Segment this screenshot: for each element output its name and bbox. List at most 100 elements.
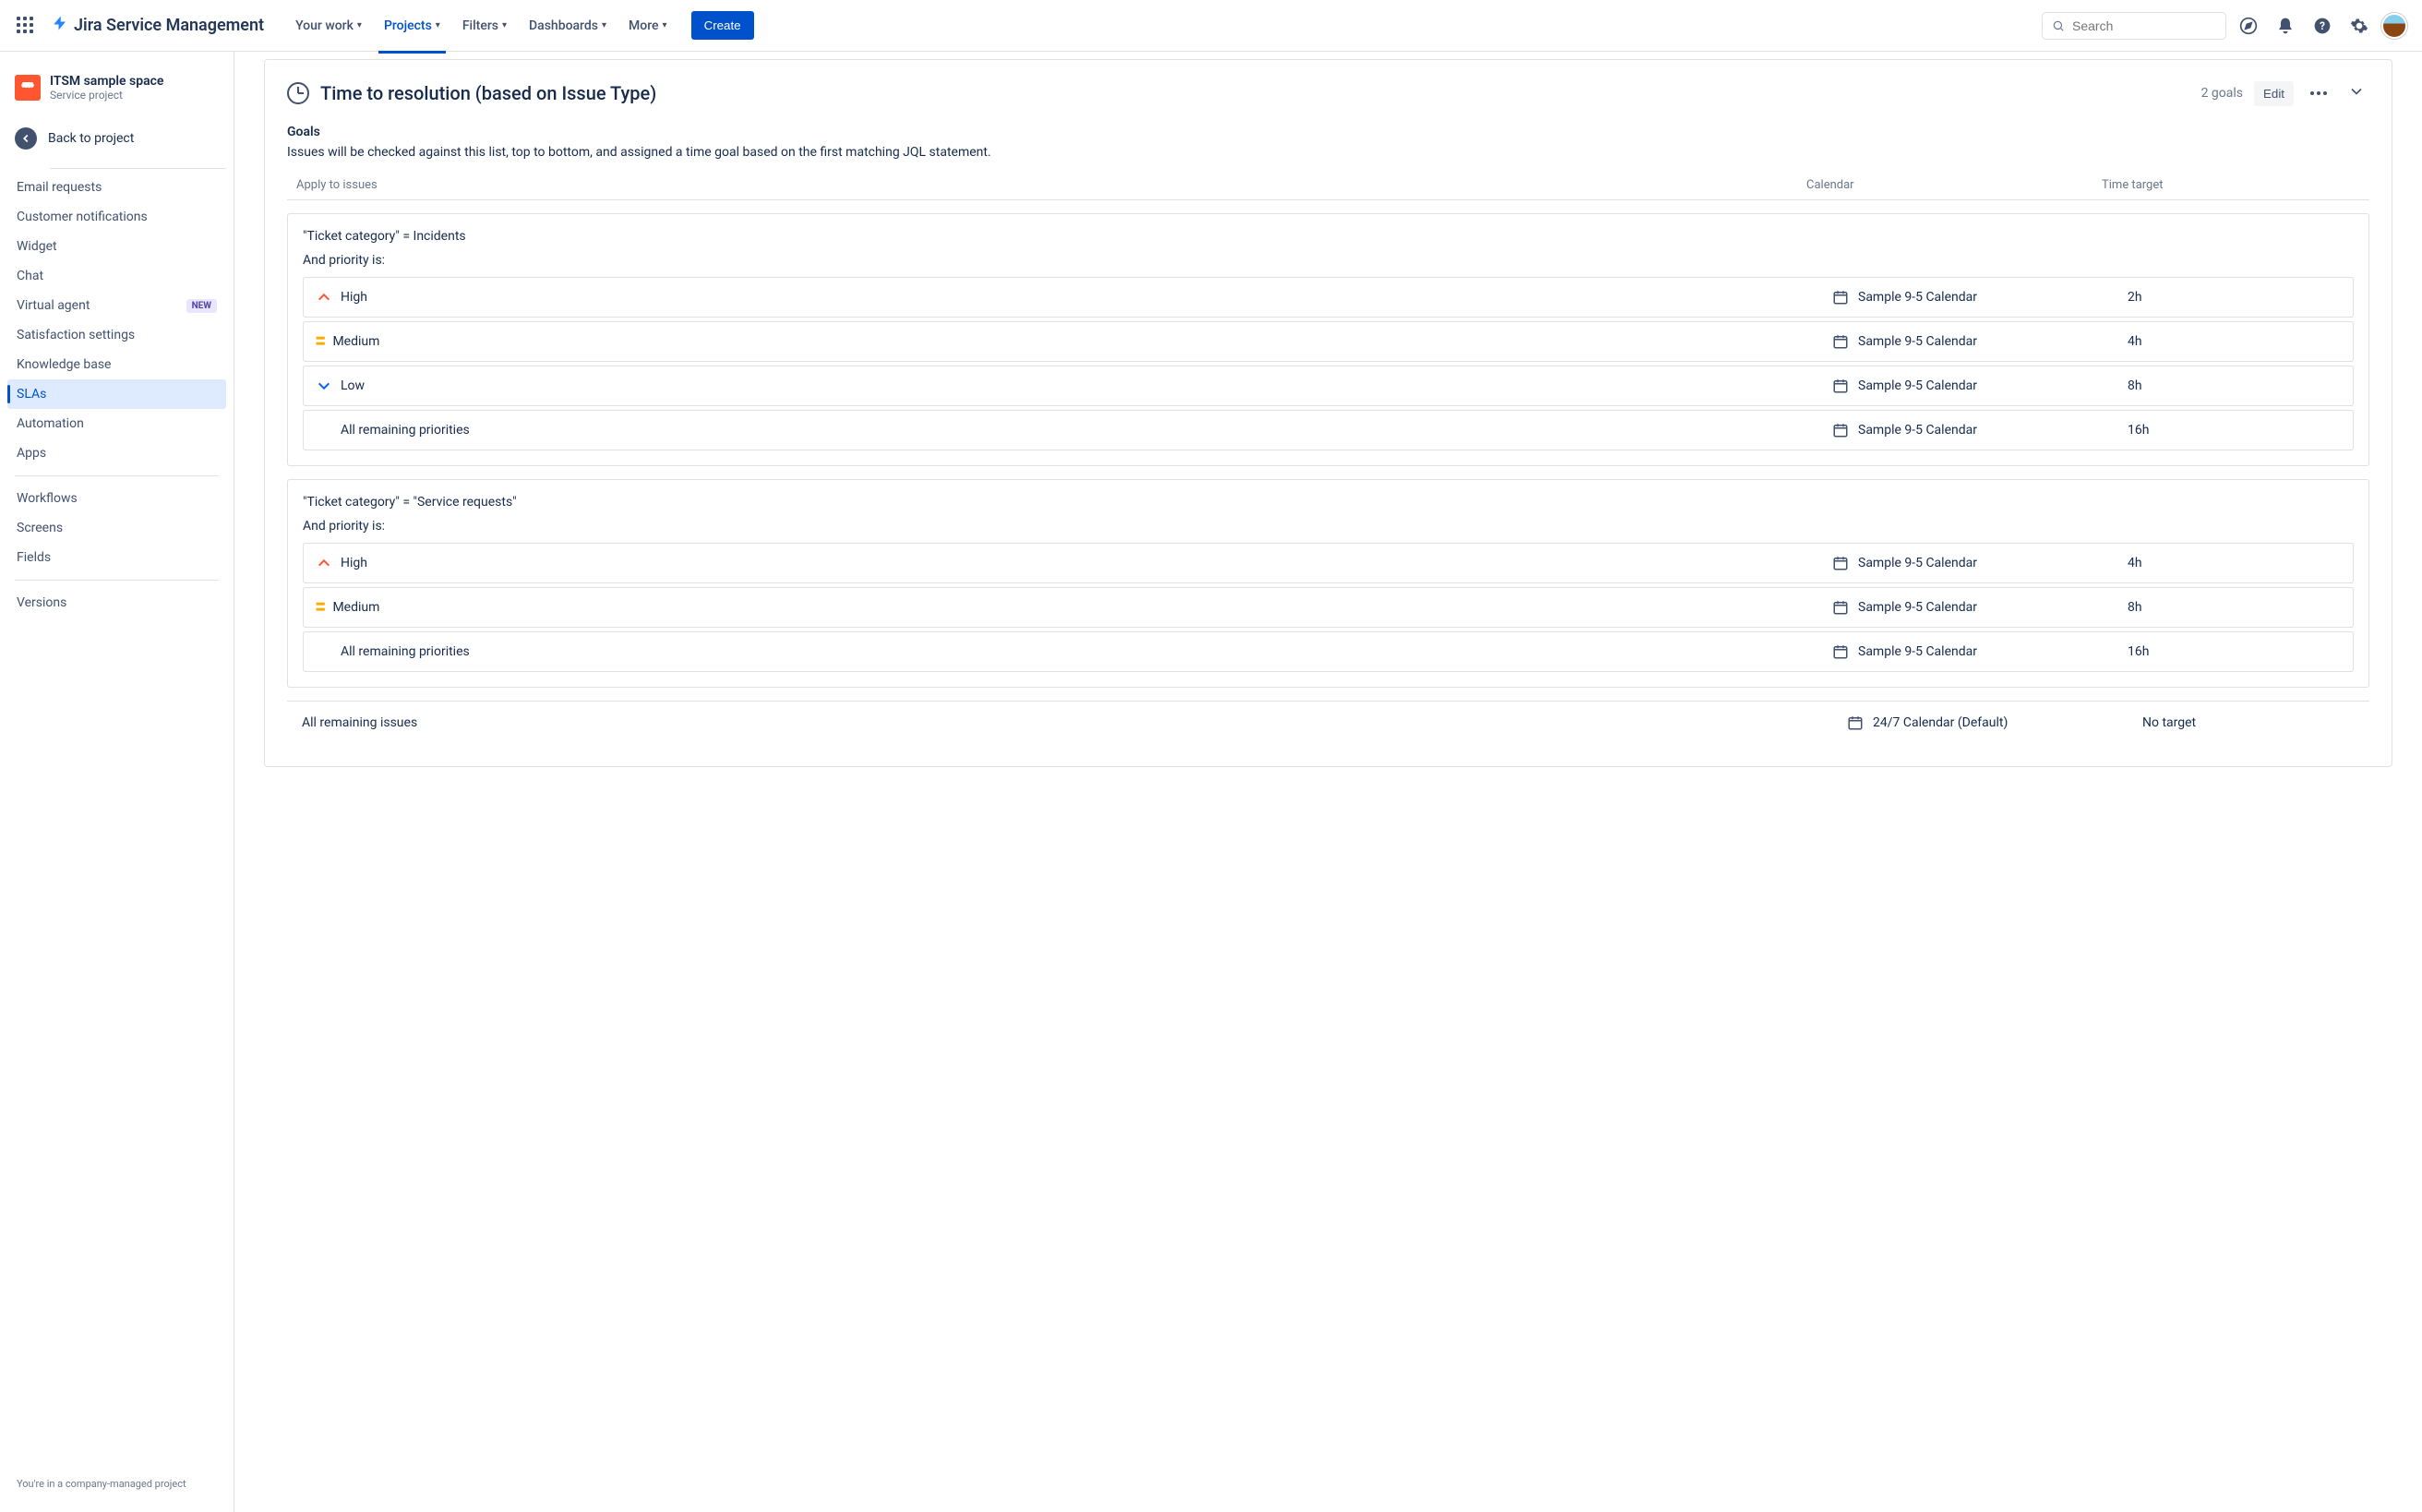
- time-target: 16h: [2128, 423, 2340, 438]
- sidebar-item-apps[interactable]: Apps: [7, 438, 226, 468]
- calendar-icon: [1832, 422, 1849, 438]
- search-box[interactable]: [2042, 12, 2226, 40]
- user-avatar[interactable]: [2381, 13, 2407, 39]
- nav-item-dashboards[interactable]: Dashboards▾: [520, 11, 616, 41]
- column-headers: Apply to issues Calendar Time target: [287, 171, 2369, 200]
- project-icon: [15, 75, 41, 101]
- priority-row[interactable]: All remaining priorities Sample 9-5 Calen…: [303, 410, 2354, 450]
- more-actions-icon[interactable]: [2305, 86, 2332, 101]
- nav-item-projects[interactable]: Projects▾: [375, 11, 450, 41]
- calendar-icon: [1832, 643, 1849, 660]
- time-target: 8h: [2128, 600, 2340, 615]
- priority-label: High: [341, 556, 367, 570]
- project-type: Service project: [50, 89, 163, 102]
- top-nav: Jira Service Management Your work▾Projec…: [0, 0, 2422, 52]
- time-target: 4h: [2128, 334, 2340, 349]
- calendar-name: Sample 9-5 Calendar: [1858, 423, 1977, 438]
- priority-label: Medium: [332, 600, 379, 615]
- time-target: 4h: [2128, 556, 2340, 570]
- priority-medium-icon: ━━: [317, 602, 323, 613]
- chevron-down-icon: ▾: [357, 20, 362, 30]
- time-target: 16h: [2128, 644, 2340, 659]
- product-logo[interactable]: Jira Service Management: [52, 14, 264, 37]
- sidebar-item-knowledge-base[interactable]: Knowledge base: [7, 350, 226, 379]
- notifications-icon[interactable]: [2271, 11, 2300, 41]
- discover-icon[interactable]: [2234, 11, 2263, 41]
- priority-row[interactable]: Low Sample 9-5 Calendar 8h: [303, 366, 2354, 406]
- remaining-issues-row: All remaining issues 24/7 Calendar (Defa…: [287, 701, 2369, 744]
- priority-row[interactable]: ━━ Medium Sample 9-5 Calendar 8h: [303, 587, 2354, 628]
- project-header[interactable]: ITSM sample space Service project: [7, 66, 226, 109]
- chevron-down-icon: ▾: [436, 20, 440, 30]
- back-to-project[interactable]: Back to project: [7, 120, 226, 157]
- sidebar-item-customer-notifications[interactable]: Customer notifications: [7, 202, 226, 232]
- priority-row[interactable]: ━━ Medium Sample 9-5 Calendar 4h: [303, 321, 2354, 362]
- main-content: Time to resolution (based on Issue Type)…: [234, 52, 2422, 1512]
- lightning-icon: [52, 14, 68, 37]
- sla-card: Time to resolution (based on Issue Type)…: [264, 59, 2392, 767]
- sidebar-item-fields[interactable]: Fields: [7, 543, 226, 572]
- calendar-icon: [1832, 555, 1849, 571]
- calendar-name: Sample 9-5 Calendar: [1858, 644, 1977, 659]
- sidebar: ITSM sample space Service project Back t…: [0, 52, 234, 1512]
- time-target: 8h: [2128, 378, 2340, 393]
- priority-sublabel: And priority is:: [303, 519, 2354, 534]
- sidebar-item-workflows[interactable]: Workflows: [7, 484, 226, 513]
- sidebar-item-virtual-agent[interactable]: Virtual agentNEW: [7, 291, 226, 320]
- collapse-icon[interactable]: [2344, 78, 2369, 108]
- back-label: Back to project: [48, 131, 134, 146]
- svg-text:?: ?: [2320, 19, 2325, 32]
- priority-row[interactable]: HighSample 9-5 Calendar4h: [303, 543, 2354, 583]
- clock-icon: [287, 82, 309, 104]
- calendar-name: Sample 9-5 Calendar: [1858, 600, 1977, 615]
- remaining-target: No target: [2142, 715, 2355, 730]
- app-switcher-icon[interactable]: [15, 15, 37, 37]
- time-target: 2h: [2128, 290, 2340, 305]
- sidebar-item-widget[interactable]: Widget: [7, 232, 226, 261]
- create-button[interactable]: Create: [691, 11, 754, 40]
- sidebar-item-email-requests[interactable]: Email requests: [7, 173, 226, 202]
- calendar-icon: [1832, 289, 1849, 306]
- priority-medium-icon: ━━: [317, 336, 323, 347]
- jql-condition: "Ticket category" = Incidents: [303, 229, 2354, 244]
- sidebar-item-satisfaction-settings[interactable]: Satisfaction settings: [7, 320, 226, 350]
- priority-row[interactable]: All remaining prioritiesSample 9-5 Calen…: [303, 631, 2354, 672]
- priority-row[interactable]: HighSample 9-5 Calendar2h: [303, 277, 2354, 318]
- new-badge: NEW: [186, 299, 217, 313]
- calendar-icon: [1832, 333, 1849, 350]
- priority-label: Low: [341, 378, 365, 393]
- calendar-name: Sample 9-5 Calendar: [1858, 334, 1977, 349]
- nav-item-more[interactable]: More▾: [619, 11, 677, 41]
- sidebar-item-slas[interactable]: SLAs: [7, 379, 226, 409]
- project-name: ITSM sample space: [50, 74, 163, 89]
- sidebar-item-automation[interactable]: Automation: [7, 409, 226, 438]
- settings-icon[interactable]: [2344, 11, 2374, 41]
- search-input[interactable]: [2072, 18, 2216, 33]
- col-calendar: Calendar: [1806, 178, 2102, 192]
- col-apply: Apply to issues: [296, 178, 1806, 192]
- nav-item-your-work[interactable]: Your work▾: [286, 11, 371, 41]
- priority-label: All remaining priorities: [341, 423, 470, 438]
- calendar-icon: [1832, 599, 1849, 616]
- chevron-down-icon: ▾: [602, 20, 606, 30]
- sidebar-item-screens[interactable]: Screens: [7, 513, 226, 543]
- goal-group: "Ticket category" = "Service requests"An…: [287, 479, 2369, 688]
- nav-items: Your work▾Projects▾Filters▾Dashboards▾Mo…: [286, 11, 677, 41]
- col-target: Time target: [2102, 178, 2360, 192]
- sidebar-item-chat[interactable]: Chat: [7, 261, 226, 291]
- calendar-name: Sample 9-5 Calendar: [1858, 378, 1977, 393]
- product-name: Jira Service Management: [74, 16, 264, 35]
- calendar-name: Sample 9-5 Calendar: [1858, 290, 1977, 305]
- help-icon[interactable]: ?: [2308, 11, 2337, 41]
- remaining-label: All remaining issues: [302, 715, 1847, 730]
- edit-button[interactable]: Edit: [2254, 81, 2294, 106]
- goals-heading: Goals: [287, 125, 2369, 139]
- priority-high-icon: [317, 556, 331, 570]
- chevron-down-icon: ▾: [663, 20, 667, 30]
- sla-title: Time to resolution (based on Issue Type): [320, 82, 2190, 104]
- priority-label: Medium: [332, 334, 379, 349]
- goals-count: 2 goals: [2201, 86, 2243, 101]
- nav-item-filters[interactable]: Filters▾: [453, 11, 516, 41]
- sidebar-item-versions[interactable]: Versions: [7, 588, 226, 618]
- calendar-icon: [1847, 714, 1864, 731]
